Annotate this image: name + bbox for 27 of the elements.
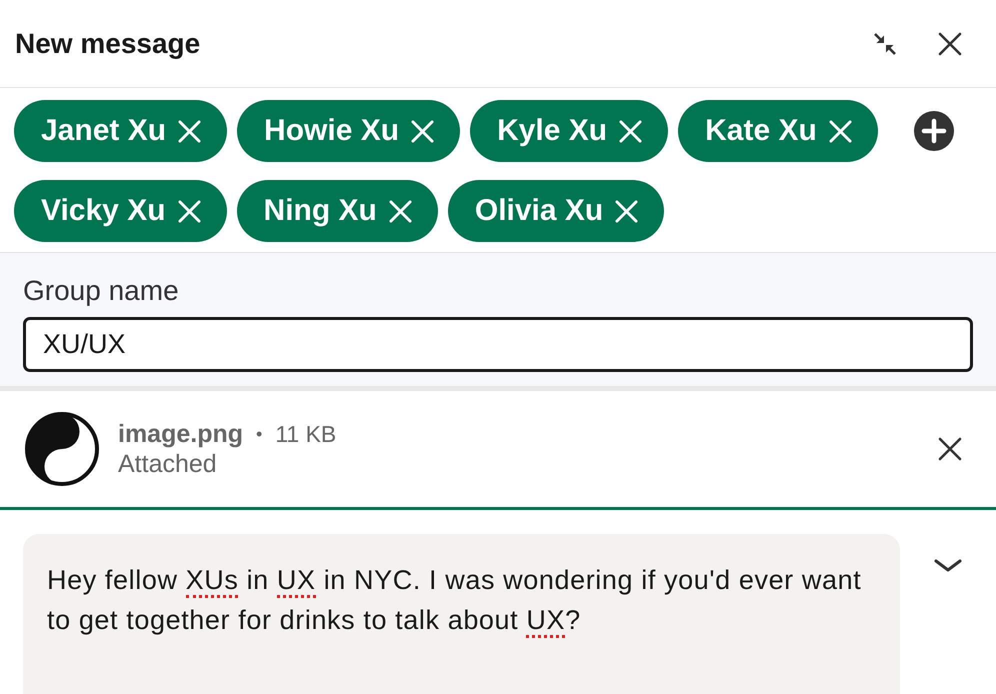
recipient-chip[interactable]: Ning Xu bbox=[236, 180, 438, 242]
collapse-icon[interactable] bbox=[873, 32, 897, 56]
remove-icon[interactable] bbox=[411, 120, 434, 142]
close-icon[interactable] bbox=[938, 437, 962, 461]
recipient-chip[interactable]: Olivia Xu bbox=[448, 180, 664, 242]
separator-dot: • bbox=[256, 423, 262, 446]
group-name-label: Group name bbox=[23, 275, 180, 307]
file-size: 11 KB bbox=[275, 420, 336, 449]
chevron-down-icon[interactable] bbox=[934, 559, 962, 573]
recipient-chip[interactable]: Janet Xu bbox=[14, 100, 228, 162]
remove-icon[interactable] bbox=[615, 200, 638, 222]
add-icon[interactable] bbox=[914, 111, 954, 151]
file-name: image.png bbox=[118, 419, 244, 449]
remove-icon[interactable] bbox=[388, 200, 412, 222]
recipient-chip[interactable]: Kate Xu bbox=[678, 100, 878, 162]
close-icon[interactable] bbox=[938, 32, 962, 56]
remove-icon[interactable] bbox=[828, 120, 852, 142]
attachment-status: Attached bbox=[118, 449, 217, 479]
remove-icon[interactable] bbox=[178, 200, 201, 222]
recipient-chip[interactable]: Vicky Xu bbox=[14, 180, 227, 242]
remove-icon[interactable] bbox=[619, 120, 642, 142]
group-name-field[interactable]: XU/UX bbox=[23, 317, 973, 372]
message-field[interactable]: Hey fellow XUs in UX in NYC. I was wondering if you'd ever want to get together for drinks to talk about UX? bbox=[23, 534, 900, 694]
remove-icon[interactable] bbox=[178, 120, 202, 142]
recipient-chip[interactable]: Howie Xu bbox=[237, 100, 460, 162]
recipient-chip[interactable]: Kyle Xu bbox=[470, 100, 668, 162]
window-title: New message bbox=[15, 28, 200, 60]
